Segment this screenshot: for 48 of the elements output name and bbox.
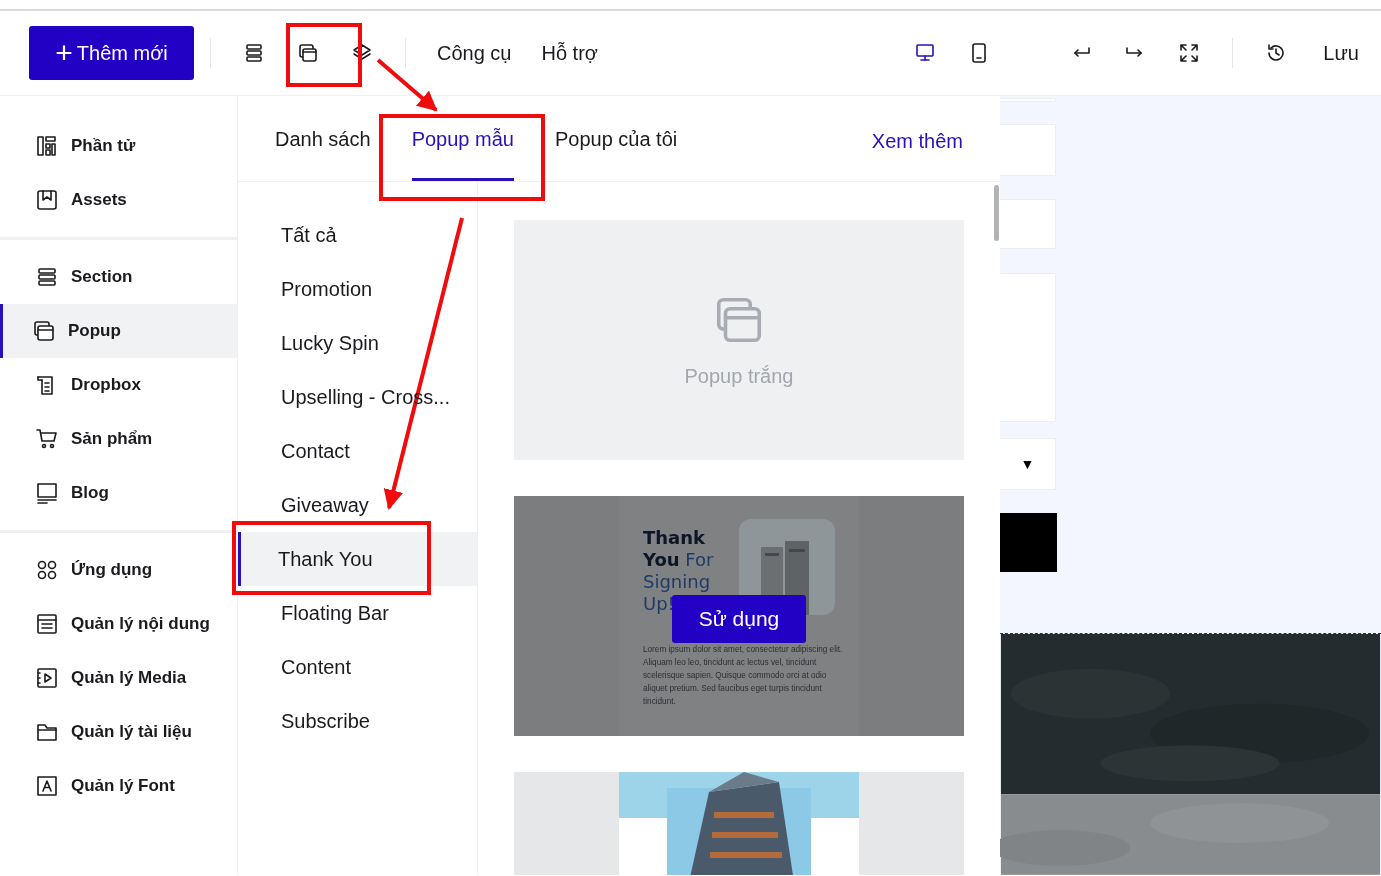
windows-icon: [296, 41, 320, 65]
category-item[interactable]: Lucky Spin: [238, 316, 477, 370]
sidebar-item[interactable]: Dropbox: [0, 358, 237, 412]
tab[interactable]: Danh sách: [275, 96, 371, 181]
scrollbar[interactable]: [994, 185, 999, 241]
category-item[interactable]: Promotion: [238, 262, 477, 316]
sidebar-item[interactable]: Quản lý nội dung: [0, 597, 237, 651]
category-item[interactable]: Thank You: [238, 532, 477, 586]
sidebar-item[interactable]: Quản lý Media: [0, 651, 237, 705]
tab[interactable]: Popup mẫu: [411, 96, 514, 181]
category-item[interactable]: Giveaway: [238, 478, 477, 532]
list-icon: [35, 612, 59, 636]
sidebar-item[interactable]: Quản lý Font: [0, 759, 237, 813]
sidebar-item[interactable]: Blog: [0, 466, 237, 520]
use-button[interactable]: Sử dụng: [672, 595, 806, 643]
dropdown-caret[interactable]: ▼: [1000, 437, 1056, 490]
tab[interactable]: Popup của tôi: [554, 96, 678, 181]
menu-item[interactable]: Hỗ trợ: [541, 41, 598, 65]
sidebar-item[interactable]: Section: [0, 250, 237, 304]
canvas-block: [1000, 512, 1057, 573]
menu-item[interactable]: Công cụ: [437, 41, 512, 65]
save-button[interactable]: Lưu: [1323, 41, 1359, 65]
annotation-arrow: [376, 58, 438, 112]
category-item[interactable]: Content: [238, 640, 477, 694]
template-body: Lorem ipsum dolor sit amet, consectetur adipiscing elit. Aliquam leo leo, tincidunt ac lectus vel, tincidunt scelerisque sapien. Quisque commodo orci at odio aliquet pretium. Sed faucibus eget turpis tincidunt tincidunt.: [643, 644, 843, 708]
sidebar-item[interactable]: Quản lý tài liệu: [0, 705, 237, 759]
category-item[interactable]: Tất cả: [238, 208, 477, 262]
category-item[interactable]: Subscribe: [238, 694, 477, 748]
bookmark-icon: [35, 188, 59, 212]
category-item[interactable]: Contact: [238, 424, 477, 478]
windows-icon: [32, 319, 56, 343]
cart-icon: [35, 427, 59, 451]
see-more-link[interactable]: Xem thêm: [871, 124, 963, 153]
sidebar-item[interactable]: Popup: [0, 304, 237, 358]
add-new-button[interactable]: +Thêm mới: [29, 26, 194, 80]
sidebar-item[interactable]: Ứng dụng: [0, 543, 237, 597]
monitor-icon: [35, 481, 59, 505]
rows-icon: [35, 265, 59, 289]
grid-icon: [35, 558, 59, 582]
sidebar-item[interactable]: Sản phẩm: [0, 412, 237, 466]
layout-icon: [35, 134, 59, 158]
category-item[interactable]: Floating Bar: [238, 586, 477, 640]
play-icon: [35, 666, 59, 690]
template-card[interactable]: [514, 496, 964, 736]
sidebar-item[interactable]: Phần tử: [0, 119, 237, 173]
font-icon: [35, 774, 59, 798]
template-label: Popup trắng: [684, 364, 794, 388]
sidebar-item[interactable]: Assets: [0, 173, 237, 227]
